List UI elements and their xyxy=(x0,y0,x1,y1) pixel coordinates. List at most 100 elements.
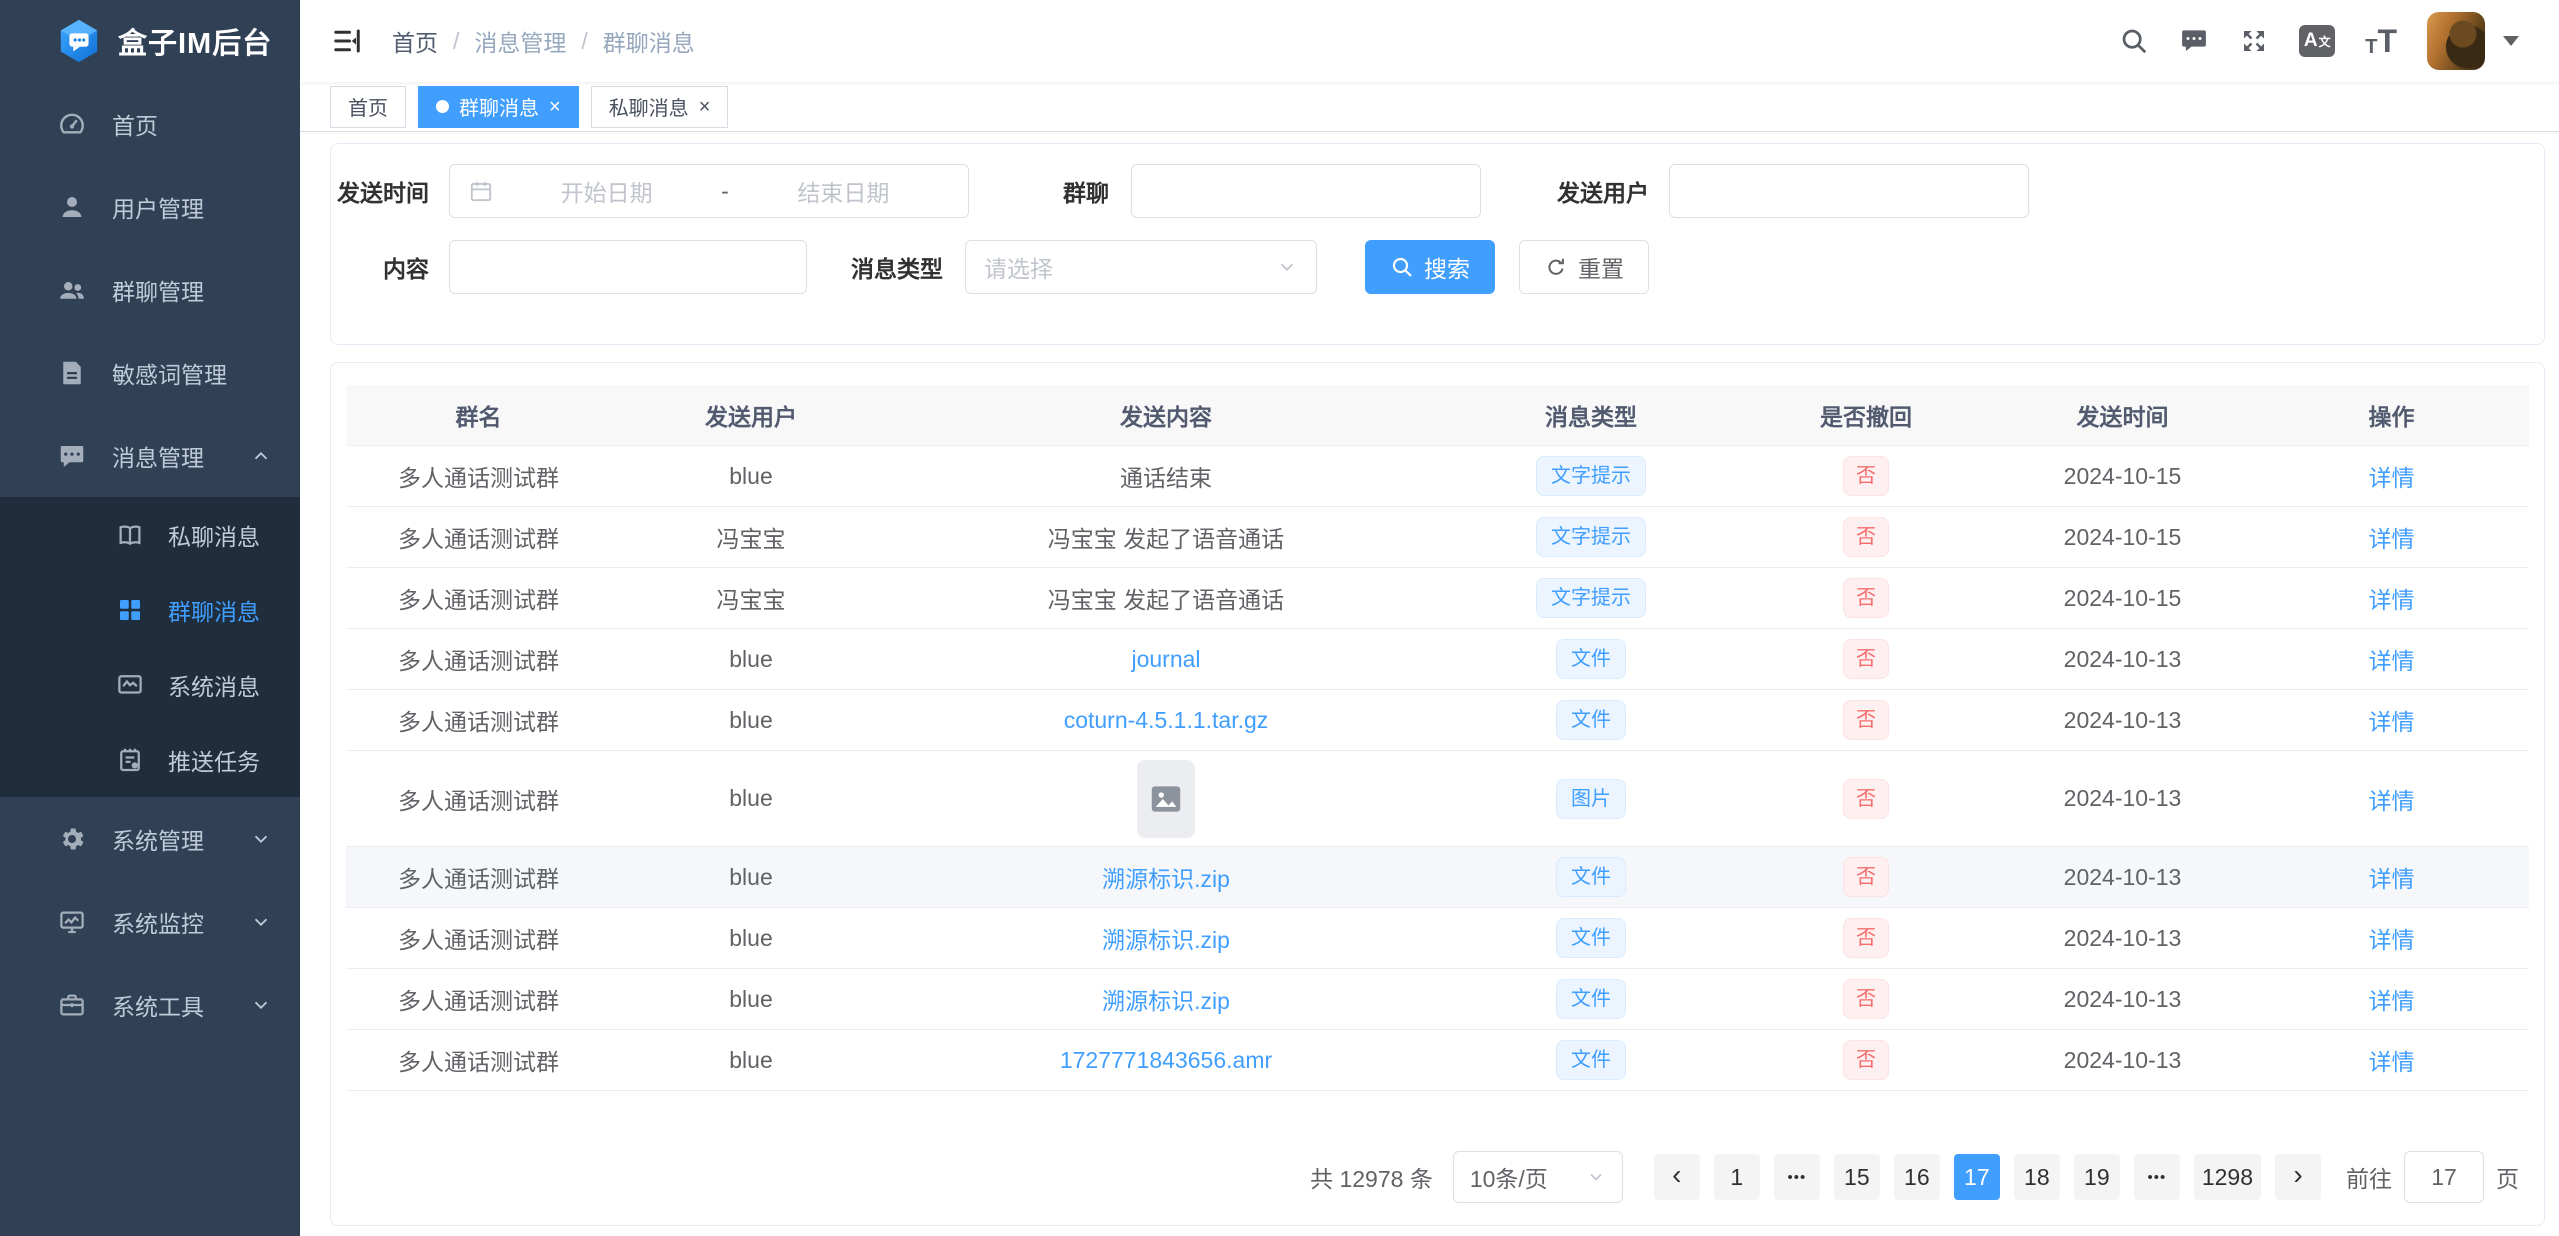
date-range-picker[interactable]: 开始日期 - 结束日期 xyxy=(449,164,969,218)
cell-content: 1727771843656.amr xyxy=(891,1047,1441,1074)
gear-icon xyxy=(56,823,88,855)
page-button-16[interactable]: 16 xyxy=(1894,1154,1940,1200)
detail-link[interactable]: 详情 xyxy=(2369,988,2415,1014)
app-logo[interactable]: 盒子IM后台 xyxy=(0,0,300,82)
message-bubble-icon[interactable] xyxy=(2179,26,2209,56)
page-button-17[interactable]: 17 xyxy=(1954,1154,2000,1200)
search-button[interactable]: 搜索 xyxy=(1365,240,1495,294)
close-icon[interactable]: × xyxy=(699,97,711,117)
dropdown-caret-icon[interactable] xyxy=(2503,36,2519,46)
page-button-18[interactable]: 18 xyxy=(2014,1154,2060,1200)
file-link[interactable]: 溯源标识.zip xyxy=(1102,988,1230,1014)
prev-button[interactable]: ‹ xyxy=(1654,1154,1700,1200)
cell-group-name: 多人通话测试群 xyxy=(346,703,611,737)
message-icon xyxy=(56,440,88,472)
file-link[interactable]: coturn-4.5.1.1.tar.gz xyxy=(1064,707,1269,733)
cell-content: 冯宝宝 发起了语音通话 xyxy=(891,581,1441,615)
breadcrumb-item[interactable]: 首页 xyxy=(392,24,438,58)
cell-content: 溯源标识.zip xyxy=(891,921,1441,955)
tab-group-messages[interactable]: 群聊消息 × xyxy=(418,86,579,128)
message-type-badge: 文件 xyxy=(1556,979,1626,1019)
end-date-input[interactable]: 结束日期 xyxy=(737,174,950,208)
page-size-select[interactable]: 10条/页 xyxy=(1453,1151,1623,1203)
sidebar-item-system-messages[interactable]: 系统消息 xyxy=(0,647,300,722)
cell-sender: blue xyxy=(611,646,891,673)
detail-link[interactable]: 详情 xyxy=(2369,648,2415,674)
cell-recalled: 否 xyxy=(1741,639,1991,679)
page-button-15[interactable]: 15 xyxy=(1834,1154,1880,1200)
message-type-badge: 图片 xyxy=(1556,779,1626,819)
file-link[interactable]: journal xyxy=(1131,646,1200,672)
cell-message-type: 文件 xyxy=(1441,639,1741,679)
fullscreen-icon[interactable] xyxy=(2239,26,2269,56)
page-jump-input[interactable] xyxy=(2404,1151,2484,1203)
sidebar-item-system-monitor[interactable]: 系统监控 xyxy=(0,880,300,963)
chevron-down-icon xyxy=(250,911,272,933)
search-icon[interactable] xyxy=(2119,26,2149,56)
cell-content: 通话结束 xyxy=(891,459,1441,493)
file-link[interactable]: 1727771843656.amr xyxy=(1060,1047,1272,1073)
sidebar-item-push-tasks[interactable]: 推送任务 xyxy=(0,722,300,797)
sidebar-item-sensitive-words[interactable]: 敏感词管理 xyxy=(0,331,300,414)
chevron-down-icon xyxy=(1586,1167,1606,1187)
page-content: 发送时间 开始日期 - 结束日期 群聊 发送用户 内容 消息类型 xyxy=(300,132,2559,1226)
table-row: 多人通话测试群 blue 溯源标识.zip 文件 否 2024-10-13 详情 xyxy=(346,847,2529,908)
sidebar-item-system-management[interactable]: 系统管理 xyxy=(0,797,300,880)
start-date-input[interactable]: 开始日期 xyxy=(500,174,713,208)
cell-send-date: 2024-10-13 xyxy=(1991,707,2254,734)
translate-icon[interactable]: A文 xyxy=(2299,25,2335,57)
detail-link[interactable]: 详情 xyxy=(2369,587,2415,613)
msg-type-select[interactable]: 请选择 xyxy=(965,240,1317,294)
detail-link[interactable]: 详情 xyxy=(2369,1049,2415,1075)
cell-send-date: 2024-10-13 xyxy=(1991,785,2254,812)
image-thumbnail[interactable] xyxy=(1137,760,1195,838)
sidebar-item-group-messages[interactable]: 群聊消息 xyxy=(0,572,300,647)
sidebar-collapse-icon[interactable] xyxy=(300,26,392,56)
avatar[interactable] xyxy=(2427,12,2485,70)
table-row: 多人通话测试群 blue 溯源标识.zip 文件 否 2024-10-13 详情 xyxy=(346,908,2529,969)
cell-message-type: 文字提示 xyxy=(1441,578,1741,618)
group-input[interactable] xyxy=(1131,164,1481,218)
recalled-badge: 否 xyxy=(1843,857,1889,897)
sender-input[interactable] xyxy=(1669,164,2029,218)
cell-message-type: 文字提示 xyxy=(1441,456,1741,496)
tab-home[interactable]: 首页 × xyxy=(330,86,406,128)
sidebar-item-label: 群聊管理 xyxy=(112,273,272,307)
cell-message-type: 文件 xyxy=(1441,700,1741,740)
ellipsis-button[interactable]: ••• xyxy=(1774,1154,1820,1200)
page-button-1298[interactable]: 1298 xyxy=(2194,1154,2261,1200)
file-link[interactable]: 溯源标识.zip xyxy=(1102,927,1230,953)
sidebar-item-message-management[interactable]: 消息管理 xyxy=(0,414,300,497)
sender-label: 发送用户 xyxy=(1539,174,1649,208)
sidebar-item-label: 首页 xyxy=(112,107,272,141)
next-button[interactable]: › xyxy=(2275,1154,2321,1200)
detail-link[interactable]: 详情 xyxy=(2369,788,2415,814)
sidebar: 盒子IM后台 首页 用户管理 群聊管理 敏感词管理 消息管理 私聊消息 群聊消息… xyxy=(0,0,300,1236)
cell-sender: blue xyxy=(611,707,891,734)
sidebar-item-home[interactable]: 首页 xyxy=(0,82,300,165)
chevron-down-icon xyxy=(1276,256,1298,278)
close-icon[interactable]: × xyxy=(549,97,561,117)
content-input[interactable] xyxy=(449,240,807,294)
sidebar-item-user-management[interactable]: 用户管理 xyxy=(0,165,300,248)
page-button-19[interactable]: 19 xyxy=(2074,1154,2120,1200)
ellipsis-button[interactable]: ••• xyxy=(2134,1154,2180,1200)
tab-private-messages[interactable]: 私聊消息 × xyxy=(591,86,729,128)
detail-link[interactable]: 详情 xyxy=(2369,526,2415,552)
font-size-icon[interactable]: TT xyxy=(2365,25,2397,57)
detail-link[interactable]: 详情 xyxy=(2369,465,2415,491)
page-button-1[interactable]: 1 xyxy=(1714,1154,1760,1200)
sidebar-item-private-messages[interactable]: 私聊消息 xyxy=(0,497,300,572)
navbar: 首页/消息管理/群聊消息 A文 TT xyxy=(300,0,2559,82)
file-link[interactable]: 溯源标识.zip xyxy=(1102,866,1230,892)
cell-send-date: 2024-10-15 xyxy=(1991,585,2254,612)
sidebar-item-label: 消息管理 xyxy=(112,439,250,473)
sidebar-item-system-tools[interactable]: 系统工具 xyxy=(0,963,300,1046)
detail-link[interactable]: 详情 xyxy=(2369,927,2415,953)
cell-content: 冯宝宝 发起了语音通话 xyxy=(891,520,1441,554)
detail-link[interactable]: 详情 xyxy=(2369,866,2415,892)
app-logo-icon xyxy=(56,18,102,64)
reset-button[interactable]: 重置 xyxy=(1519,240,1649,294)
sidebar-item-group-management[interactable]: 群聊管理 xyxy=(0,248,300,331)
detail-link[interactable]: 详情 xyxy=(2369,709,2415,735)
